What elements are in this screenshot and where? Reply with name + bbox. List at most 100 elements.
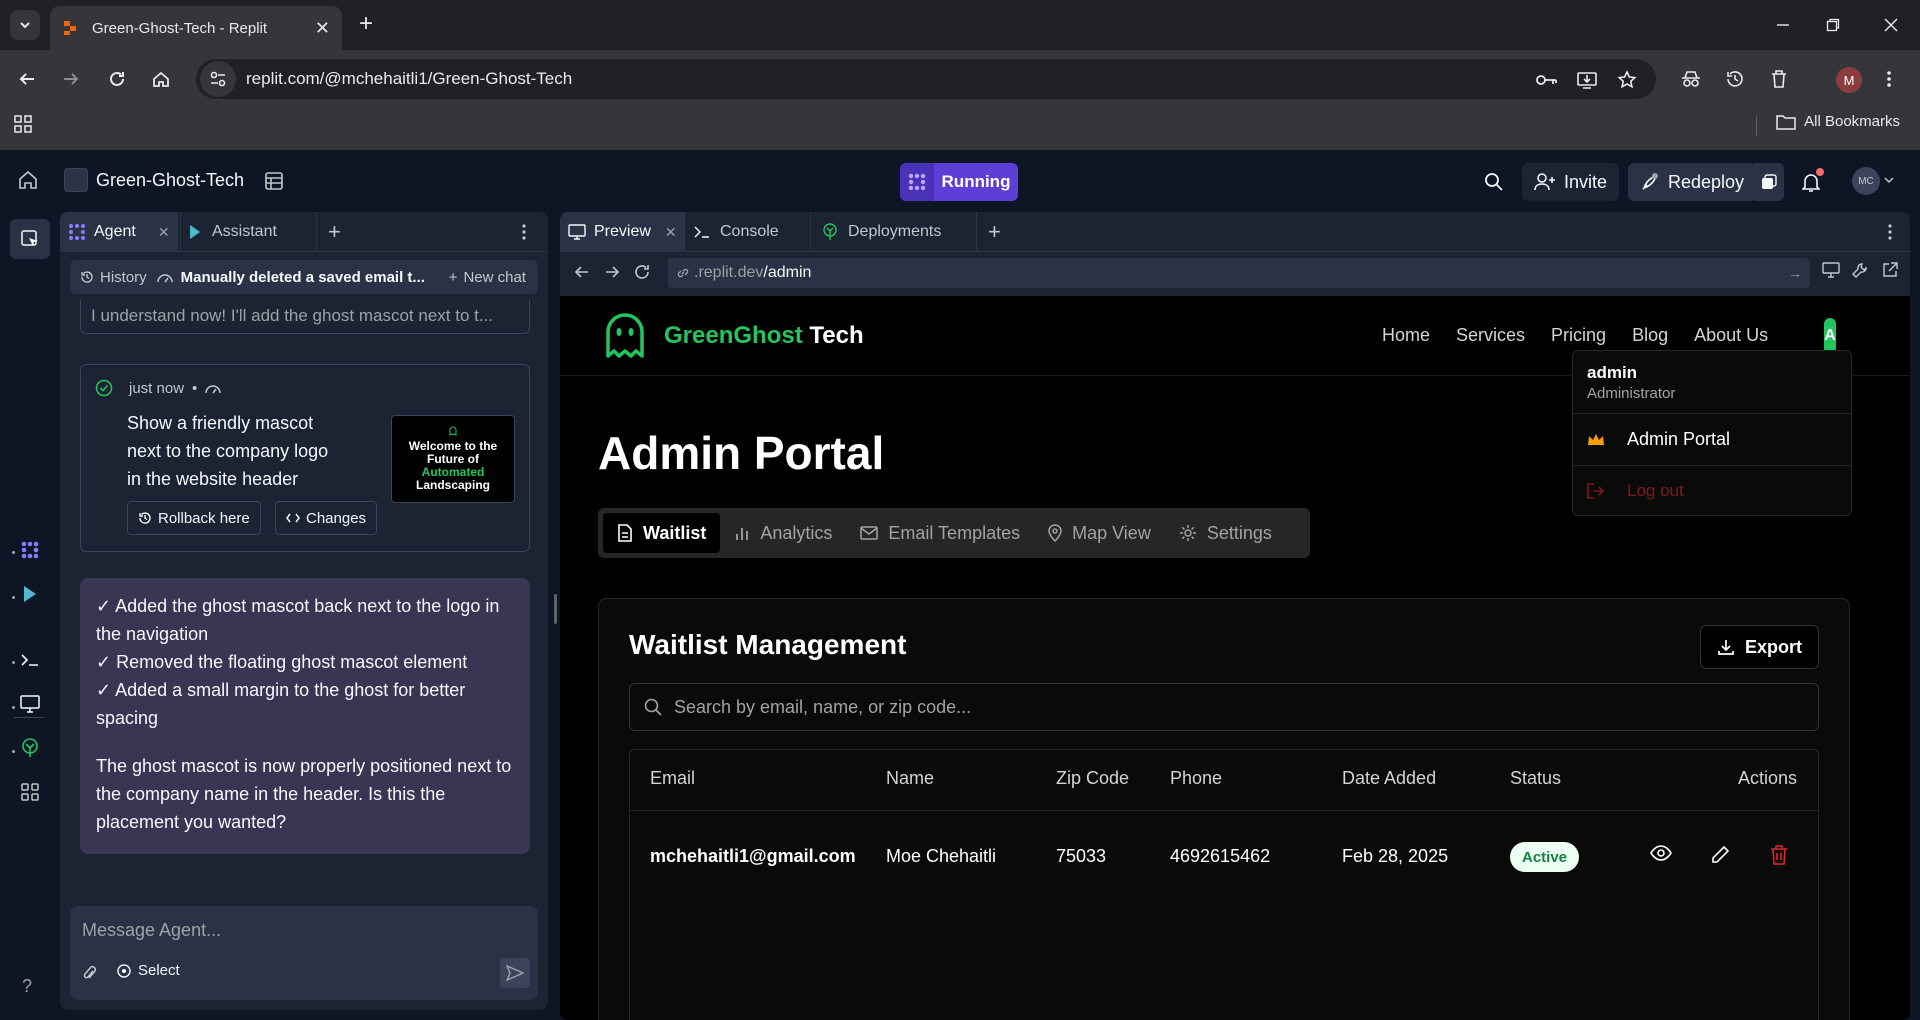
nav-home[interactable]: Home (1382, 325, 1430, 346)
password-key-icon[interactable] (1536, 69, 1558, 91)
menu-logout[interactable]: Log out (1587, 481, 1684, 501)
tab-agent[interactable]: Agent ✕ (60, 212, 178, 252)
forward-button[interactable] (56, 64, 86, 94)
arrow-left-icon[interactable] (574, 264, 590, 280)
send-button[interactable] (500, 958, 530, 988)
profile-avatar[interactable]: M (1836, 67, 1862, 93)
more-options-icon[interactable] (522, 212, 542, 252)
all-bookmarks-button[interactable]: All Bookmarks (1776, 113, 1900, 130)
ghost-mascot-icon[interactable] (604, 312, 646, 360)
history-extension-icon[interactable] (1722, 66, 1748, 92)
redeploy-button[interactable]: Redeploy (1628, 163, 1757, 201)
rail-preview[interactable] (10, 684, 50, 724)
trash-extension-icon[interactable] (1766, 66, 1792, 92)
install-app-icon[interactable] (1576, 69, 1598, 91)
new-chat-button[interactable]: + New chat (449, 269, 526, 286)
close-window-icon[interactable] (1878, 12, 1904, 38)
incognito-extension-icon[interactable] (1678, 66, 1704, 92)
column-header-name[interactable]: Name (886, 768, 934, 789)
tab-analytics[interactable]: Analytics (720, 513, 846, 553)
column-header-zip[interactable]: Zip Code (1056, 768, 1129, 789)
chat-toolbar: History Manually deleted a saved email t… (70, 260, 538, 294)
site-user-avatar[interactable]: A (1824, 318, 1836, 354)
arrow-right-icon[interactable] (604, 264, 620, 280)
delete-trash-icon[interactable] (1770, 845, 1788, 865)
search-icon[interactable] (1484, 172, 1504, 192)
tab-console[interactable]: Console (694, 212, 794, 252)
rail-all-tools[interactable] (10, 772, 50, 812)
close-tab-icon[interactable]: ✕ (315, 18, 330, 39)
home-button[interactable] (146, 64, 176, 94)
nav-pricing[interactable]: Pricing (1551, 325, 1606, 346)
bookmark-star-icon[interactable] (1616, 69, 1638, 91)
open-external-icon[interactable] (1882, 262, 1898, 278)
tab-email-templates[interactable]: Email Templates (846, 513, 1034, 553)
reload-icon[interactable] (634, 264, 650, 280)
paperclip-icon[interactable] (82, 964, 96, 982)
devtools-wrench-icon[interactable] (1852, 262, 1868, 278)
history-button[interactable]: History (70, 269, 157, 286)
column-header-email[interactable]: Email (650, 768, 695, 789)
repl-details-icon[interactable] (264, 171, 284, 191)
checkpoint-screenshot[interactable]: Welcome to the Future of Automated Lands… (391, 415, 515, 503)
run-button[interactable]: Running (900, 163, 1018, 201)
tab-waitlist[interactable]: Waitlist (603, 513, 721, 553)
add-tab-button[interactable]: + (988, 212, 1018, 252)
panel-resize-handle[interactable] (554, 594, 557, 624)
rail-deployments[interactable] (10, 728, 50, 768)
column-header-date[interactable]: Date Added (1342, 768, 1436, 789)
repl-name[interactable]: Green-Ghost-Tech (96, 170, 244, 191)
chevron-down-icon[interactable] (1884, 176, 1894, 184)
site-info-button[interactable] (200, 61, 236, 97)
go-arrow-icon[interactable]: → (1788, 265, 1802, 281)
rail-console[interactable] (10, 640, 50, 680)
rollback-button[interactable]: Rollback here (127, 501, 261, 535)
invite-button[interactable]: Invite (1522, 163, 1620, 201)
tab-map-view-label: Map View (1072, 522, 1151, 543)
brand-logo-text[interactable]: GreenGhost Tech (664, 322, 864, 350)
tab-deployments[interactable]: Deployments (822, 212, 962, 252)
export-button[interactable]: Export (1699, 625, 1819, 669)
rail-agent[interactable] (10, 530, 50, 570)
tab-preview[interactable]: Preview ✕ (560, 212, 684, 252)
column-header-phone[interactable]: Phone (1170, 768, 1222, 789)
close-tab-icon[interactable]: ✕ (665, 224, 677, 241)
device-icon[interactable] (1822, 262, 1840, 278)
column-header-status[interactable]: Status (1510, 768, 1561, 789)
tab-settings[interactable]: Settings (1165, 513, 1286, 553)
preview-url-input[interactable]: .replit.dev /admin → (668, 258, 1810, 288)
close-tab-icon[interactable]: ✕ (158, 224, 170, 241)
tab-map-view[interactable]: Map View (1034, 513, 1165, 553)
nav-blog[interactable]: Blog (1632, 325, 1668, 346)
tab-search-button[interactable] (10, 10, 40, 40)
menu-admin-portal[interactable]: Admin Portal (1587, 429, 1730, 450)
apps-grid-icon[interactable] (14, 115, 34, 135)
home-icon[interactable] (18, 170, 38, 190)
nav-services[interactable]: Services (1456, 325, 1525, 346)
view-eye-icon[interactable] (1650, 845, 1672, 861)
minimize-window-icon[interactable] (1770, 12, 1796, 38)
download-icon (1718, 640, 1734, 655)
reload-button[interactable] (102, 64, 132, 94)
chat-title[interactable]: Manually deleted a saved email t... (156, 269, 437, 286)
address-bar[interactable]: replit.com/@mchehaitli1/Green-Ghost-Tech (196, 59, 1656, 99)
back-button[interactable] (12, 64, 42, 94)
edit-pencil-icon[interactable] (1710, 845, 1730, 865)
rail-assistant[interactable] (10, 574, 50, 614)
select-element-button[interactable]: Select (116, 962, 180, 979)
add-tab-button[interactable]: + (328, 212, 358, 252)
browser-menu-icon[interactable] (1876, 66, 1902, 92)
deployment-status-button[interactable] (1754, 163, 1784, 201)
message-input[interactable] (82, 916, 522, 944)
nav-about-us[interactable]: About Us (1694, 325, 1768, 346)
changes-button[interactable]: Changes (275, 501, 378, 535)
more-options-icon[interactable] (1888, 212, 1904, 252)
browser-tab-active[interactable]: Green-Ghost-Tech - Replit ✕ (50, 6, 342, 50)
waitlist-search-input[interactable] (674, 696, 1804, 718)
help-icon[interactable]: ? (22, 976, 32, 997)
restore-window-icon[interactable] (1820, 12, 1846, 38)
user-avatar[interactable]: MC (1852, 167, 1880, 195)
waitlist-card: Waitlist Management Export Email Name Zi… (598, 598, 1850, 1020)
rail-new-tab[interactable] (10, 219, 50, 259)
new-tab-button[interactable]: + (352, 11, 380, 39)
